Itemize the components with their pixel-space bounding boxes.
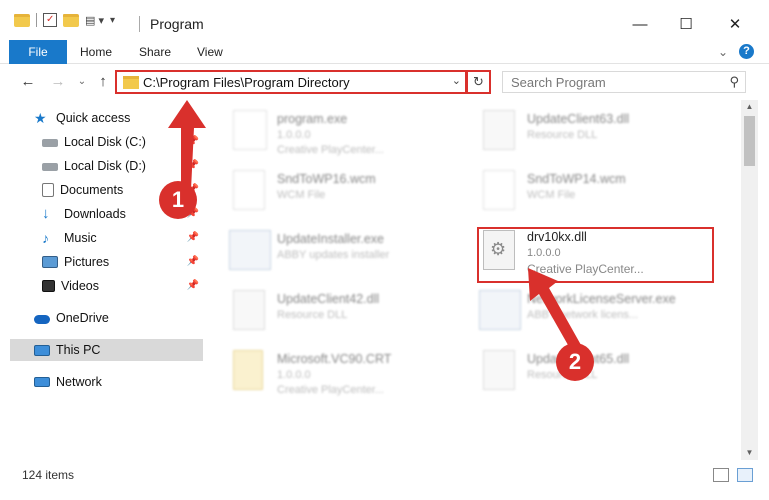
annotation-arrows: [168, 100, 581, 352]
step-1-badge: 1: [159, 181, 197, 219]
arrow-1-icon: [168, 100, 206, 190]
step-2-badge: 2: [556, 343, 594, 381]
arrow-2-icon: [528, 268, 581, 352]
